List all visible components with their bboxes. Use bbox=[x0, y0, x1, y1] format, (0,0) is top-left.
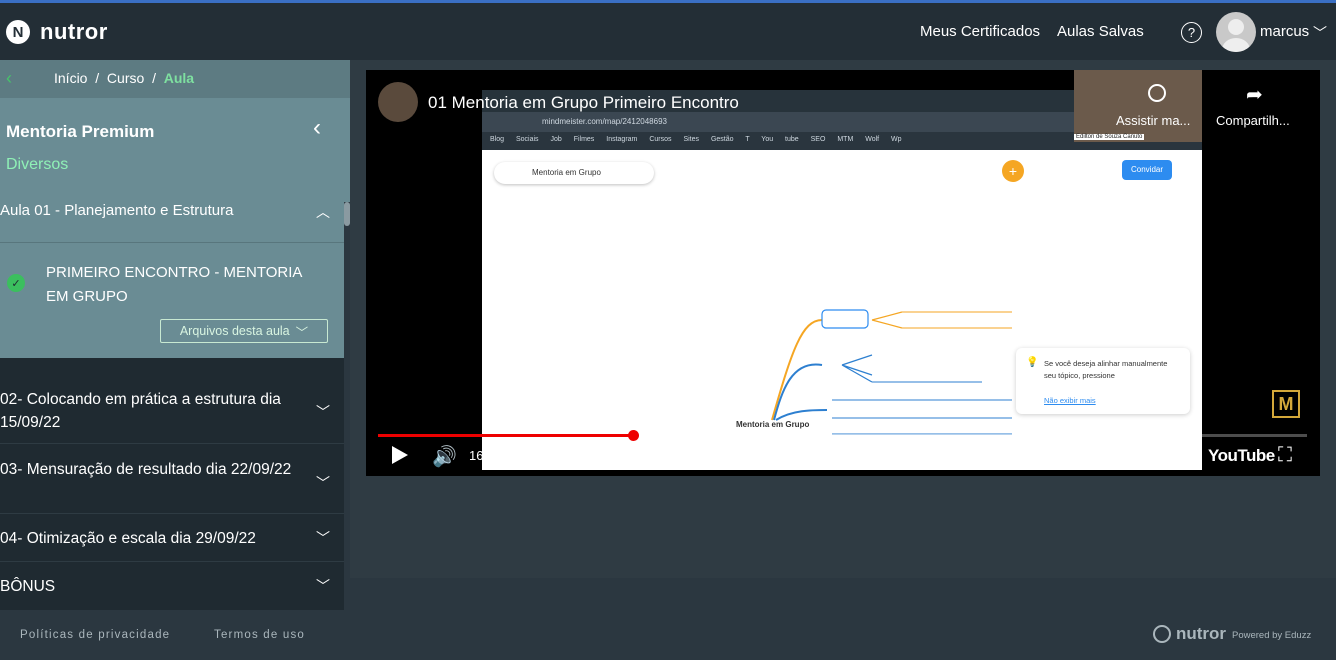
mindmap-name-chip: Mentoria em Grupo bbox=[494, 162, 654, 184]
channel-watermark-icon[interactable]: M bbox=[1272, 390, 1300, 418]
footer-powered-by: Powered by Eduzz bbox=[1232, 630, 1312, 641]
footer-terms-link[interactable]: Termos de uso bbox=[214, 629, 305, 641]
video-time: 16:45 / 1:01:02 bbox=[469, 448, 556, 463]
volume-icon[interactable]: 🔊 bbox=[432, 444, 457, 469]
nav-aulas-salvas[interactable]: Aulas Salvas bbox=[1057, 23, 1144, 40]
share-icon[interactable]: ➦ bbox=[1246, 82, 1263, 107]
brand-logo[interactable]: N nutror bbox=[6, 19, 108, 45]
fullscreen-icon[interactable]: ⛶ bbox=[1278, 444, 1292, 467]
back-icon[interactable]: ‹ bbox=[6, 68, 12, 89]
course-sidebar: ‹ Início / Curso / Aula Mentoria Premium… bbox=[0, 60, 350, 610]
content-lower-area bbox=[350, 578, 1336, 610]
breadcrumb-inicio[interactable]: Início bbox=[54, 70, 87, 86]
module-title: BÔNUS bbox=[0, 578, 56, 595]
course-title: Mentoria Premium bbox=[6, 122, 155, 141]
mindmap-branches bbox=[771, 309, 1012, 435]
video-player[interactable]: mindmeister.com/map/2412048693 Blog Soci… bbox=[366, 70, 1320, 476]
tip-text: Se você deseja alinhar manualmente seu t… bbox=[1044, 359, 1168, 380]
video-frame-screen: mindmeister.com/map/2412048693 Blog Soci… bbox=[482, 90, 1202, 470]
module-title: 02- Colocando em prática a estrutura dia… bbox=[0, 391, 281, 431]
module-title: 04- Otimização e escala dia 29/09/22 bbox=[0, 530, 256, 547]
channel-avatar[interactable] bbox=[378, 82, 418, 122]
breadcrumb-separator: / bbox=[152, 70, 156, 86]
brand-name: nutror bbox=[40, 19, 108, 44]
invite-button: Convidar bbox=[1122, 160, 1172, 180]
webcam-overlay bbox=[1074, 70, 1202, 142]
video-title[interactable]: 01 Mentoria em Grupo Primeiro Encontro bbox=[428, 93, 739, 113]
chevron-down-icon[interactable]: ﹀ bbox=[316, 472, 330, 495]
play-icon[interactable] bbox=[392, 446, 408, 464]
lesson-item-active[interactable]: ✓ PRIMEIRO ENCONTRO - MENTORIA EM GRUPO … bbox=[0, 242, 344, 358]
footer-privacy-link[interactable]: Políticas de privacidade bbox=[20, 629, 170, 641]
bookmarks-text: Blog Sociais Job Filmes Instagram Cursos… bbox=[490, 136, 902, 143]
module-title: 03- Mensuração de resultado dia 22/09/22 bbox=[0, 461, 292, 478]
module-title: Aula 01 - Planejamento e Estrutura bbox=[0, 202, 234, 219]
mindmap-center-node: Mentoria em Grupo bbox=[736, 420, 810, 429]
breadcrumb-curso[interactable]: Curso bbox=[107, 70, 144, 86]
share-button[interactable]: Compartilh... bbox=[1216, 113, 1290, 128]
footer-brand: nutror bbox=[1176, 624, 1227, 643]
chevron-down-icon[interactable]: ﹀ bbox=[316, 527, 330, 550]
user-avatar[interactable] bbox=[1216, 12, 1256, 52]
module-item-02[interactable]: 02- Colocando em prática a estrutura dia… bbox=[0, 358, 344, 444]
subtitles-icon[interactable] bbox=[1130, 448, 1150, 463]
lightbulb-icon: 💡 bbox=[1026, 357, 1039, 368]
check-circle-icon: ✓ bbox=[7, 274, 25, 292]
watch-later-button[interactable]: Assistir ma... bbox=[1116, 113, 1190, 128]
video-controls: 🔊 16:45 / 1:01:02 ⚙ YouTube ⛶ bbox=[366, 442, 1320, 476]
breadcrumb-aula: Aula bbox=[163, 70, 195, 86]
youtube-logo[interactable]: YouTube bbox=[1208, 446, 1275, 466]
chevron-down-icon[interactable]: ﹀ bbox=[316, 401, 330, 424]
chevron-up-icon[interactable]: ︿ bbox=[316, 202, 330, 222]
top-header: N nutror Meus Certificados Aulas Salvas … bbox=[0, 3, 1336, 60]
gear-icon[interactable]: ⚙ bbox=[1170, 443, 1189, 468]
nutror-logo-icon bbox=[1153, 625, 1171, 643]
course-header: Mentoria Premium Diversos ‹ bbox=[0, 98, 350, 202]
lesson-files-button[interactable]: Arquivos desta aula ﹀ bbox=[160, 319, 328, 343]
mindmap-name: Mentoria em Grupo bbox=[532, 168, 601, 177]
browser-url: mindmeister.com/map/2412048693 bbox=[542, 117, 667, 126]
clock-icon[interactable] bbox=[1148, 84, 1166, 102]
video-progress-knob[interactable] bbox=[627, 430, 639, 441]
nav-meus-certificados[interactable]: Meus Certificados bbox=[920, 23, 1040, 40]
course-category: Diversos bbox=[6, 156, 69, 173]
module-item-03[interactable]: 03- Mensuração de resultado dia 22/09/22… bbox=[0, 444, 344, 514]
video-progress-bar[interactable] bbox=[378, 430, 1307, 441]
tip-link: Não exibir mais bbox=[1044, 396, 1096, 405]
lesson-files-label: Arquivos desta aula bbox=[179, 324, 290, 338]
nutror-logo-icon: N bbox=[6, 20, 30, 44]
mindmap-tip-card: 💡 Se você deseja alinhar manualmente seu… bbox=[1016, 348, 1190, 414]
collapse-sidebar-icon[interactable]: ‹ bbox=[313, 114, 321, 142]
module-item-bonus[interactable]: BÔNUS ﹀ bbox=[0, 562, 344, 610]
breadcrumb-items: Início / Curso / Aula bbox=[54, 70, 194, 86]
module-aula-01[interactable]: Aula 01 - Planejamento e Estrutura ︿ bbox=[0, 202, 344, 242]
plus-icon: + bbox=[1002, 160, 1024, 182]
chevron-down-icon[interactable]: ﹀ bbox=[1313, 23, 1327, 43]
breadcrumb-separator: / bbox=[95, 70, 100, 86]
module-list: Aula 01 - Planejamento e Estrutura ︿ ✓ P… bbox=[0, 202, 344, 610]
user-name[interactable]: marcus bbox=[1260, 23, 1309, 40]
chevron-down-icon: ﹀ bbox=[295, 325, 309, 340]
webcam-name-label: Edilton de Souza Canuto bbox=[1074, 134, 1145, 140]
page-footer: Políticas de privacidade Termos de uso n… bbox=[0, 610, 1336, 660]
module-item-04[interactable]: 04- Otimização e escala dia 29/09/22 ﹀ bbox=[0, 514, 344, 562]
breadcrumb: ‹ Início / Curso / Aula bbox=[0, 60, 350, 98]
help-icon[interactable]: ? bbox=[1181, 22, 1202, 43]
chevron-down-icon[interactable]: ﹀ bbox=[316, 575, 330, 598]
lesson-title: PRIMEIRO ENCONTRO - MENTORIA EM GRUPO bbox=[46, 264, 302, 305]
video-progress-fill bbox=[378, 434, 633, 437]
